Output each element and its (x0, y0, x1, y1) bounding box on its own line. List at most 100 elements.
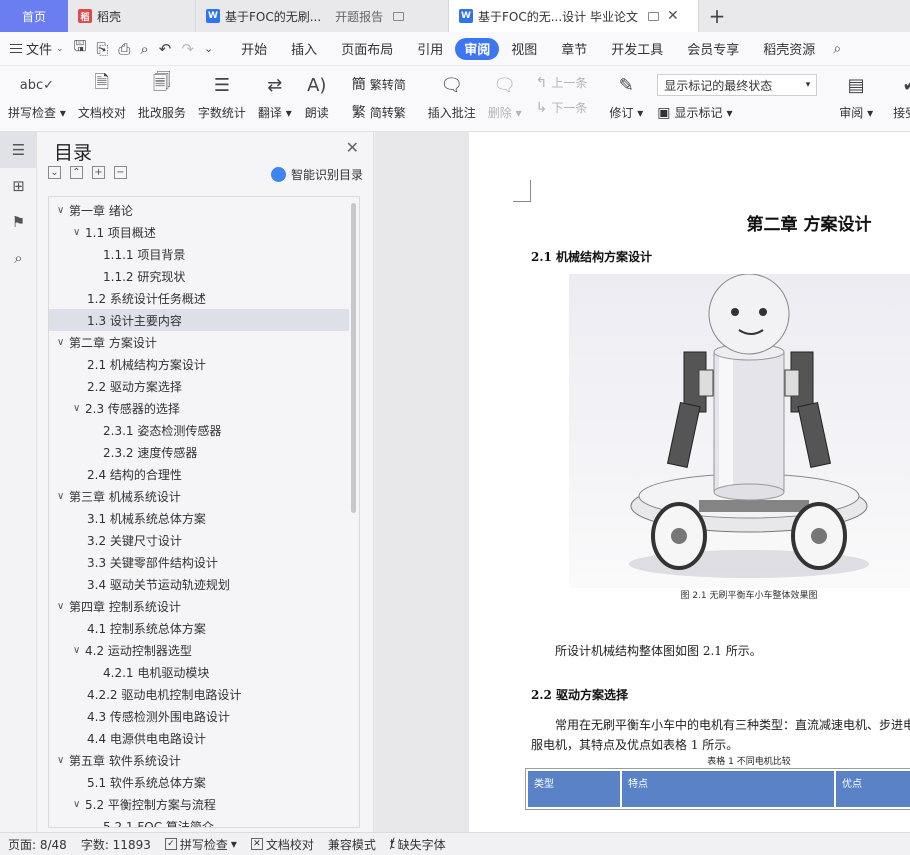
chevron-down-icon[interactable]: ∨ (57, 337, 69, 348)
menu-daoke-resources[interactable]: 稻壳资源 (751, 38, 827, 60)
menu-developer[interactable]: 开发工具 (599, 38, 675, 60)
collapse-all-icon[interactable]: ⌄ (48, 166, 61, 179)
spell-check-button[interactable]: abc✓ 拼写检查 ▾ (8, 72, 66, 121)
toc-item[interactable]: 2.2 驱动方案选择 (49, 375, 349, 397)
translate-button[interactable]: ⇄ 翻译 ▾ (258, 72, 292, 121)
menu-member[interactable]: 会员专享 (675, 38, 751, 60)
expand-all-icon[interactable]: ⌃ (70, 166, 83, 179)
menu-section[interactable]: 章节 (549, 38, 599, 60)
toc-item[interactable]: ∨ 5.2 平衡控制方案与流程 (49, 793, 349, 815)
screen-icon[interactable] (648, 11, 659, 21)
document-page[interactable]: 第二章 方案设计 2.1 机械结构方案设计 图 2.1 无刷平衡车小车整体效果图… (469, 132, 910, 832)
toc-item[interactable]: 2.3.1 姿态检测传感器 (49, 419, 349, 441)
menu-review[interactable]: 审阅 (455, 37, 500, 60)
track-changes-button[interactable]: ✎ 修订 ▾ (609, 72, 643, 121)
toc-item[interactable]: 4.2.1 电机驱动模块 (49, 661, 349, 683)
customize-toolbar-icon[interactable]: ⌄ (204, 42, 213, 55)
review-pane-button[interactable]: ▤ 审阅 ▾ (839, 72, 873, 121)
document-check-button[interactable]: 🗎 文档校对 (78, 72, 126, 121)
toc-item[interactable]: 2.1 机械结构方案设计 (49, 353, 349, 375)
toc-item[interactable]: 4.2.2 驱动电机控制电路设计 (49, 683, 349, 705)
tab-daoke[interactable]: 稻 稻壳 (68, 0, 196, 32)
remove-heading-icon[interactable]: − (114, 166, 127, 179)
export-pdf-icon[interactable]: ⎘ (96, 40, 108, 58)
screen-icon[interactable] (393, 11, 405, 21)
toc-item[interactable]: ∨ 2.3 传感器的选择 (49, 397, 349, 419)
menu-insert[interactable]: 插入 (279, 38, 329, 60)
toc-item[interactable]: 1.1.2 研究现状 (49, 265, 349, 287)
tab-home[interactable]: 首页 (0, 0, 68, 32)
word-count-button[interactable]: ☰ 字数统计 (198, 72, 246, 121)
accept-button[interactable]: ✔ 接受 ▾ (893, 72, 910, 121)
toc-item[interactable]: 2.3.2 速度传感器 (49, 441, 349, 463)
save-icon[interactable]: 🖫 (74, 36, 87, 61)
chevron-down-icon[interactable]: ∨ (73, 403, 85, 414)
toc-item[interactable]: 2.4 结构的合理性 (49, 463, 349, 485)
chevron-down-icon[interactable]: ∨ (73, 799, 85, 810)
toc-item[interactable]: 3.2 关键尺寸设计 (49, 529, 349, 551)
toc-item[interactable]: ∨ 第三章 机械系统设计 (49, 485, 349, 507)
batch-service-button[interactable]: 🗐 批改服务 (138, 72, 186, 121)
toc-item[interactable]: ∨ 第四章 控制系统设计 (49, 595, 349, 617)
toc-item[interactable]: 5.2.1 FOC 算法简介 (49, 815, 349, 828)
toc-item[interactable]: 4.1 控制系统总体方案 (49, 617, 349, 639)
next-comment-button[interactable]: ↳ 下一条 (536, 99, 588, 116)
insert-comment-button[interactable]: 🗨 插入批注 (428, 72, 476, 121)
close-tab-icon[interactable]: ✕ (667, 8, 679, 24)
chevron-down-icon[interactable]: ∨ (73, 645, 85, 656)
close-icon[interactable]: ✕ (346, 138, 359, 157)
tab-document-proposal[interactable]: W 基于FOC的无刷... 开题报告 (196, 0, 449, 32)
undo-icon[interactable]: ↶ (159, 40, 172, 58)
page-indicator[interactable]: 页面: 8/48 (8, 836, 67, 853)
toc-item[interactable]: ∨ 4.2 运动控制器选型 (49, 639, 349, 661)
print-icon[interactable]: ⎙ (118, 40, 130, 58)
smart-toc-button[interactable]: 智能识别目录 (270, 166, 363, 183)
toc-item[interactable]: ∨ 第二章 方案设计 (49, 331, 349, 353)
toc-icon[interactable]: ☰ (0, 132, 37, 168)
delete-comment-button[interactable]: 🗨 删除 ▾ (488, 72, 522, 121)
toc-item[interactable]: 1.1.1 项目背景 (49, 243, 349, 265)
traditional-to-simplified-button[interactable]: 簡繁转简 (352, 74, 406, 94)
status-document-check[interactable]: ✕ 文档校对 (250, 836, 314, 853)
add-heading-icon[interactable]: + (92, 166, 105, 179)
word-count-indicator[interactable]: 字数: 11893 (81, 836, 151, 853)
read-aloud-button[interactable]: A) 朗读 (304, 72, 330, 121)
print-preview-icon[interactable]: ⌕ (140, 40, 148, 58)
bookmark-icon[interactable]: ⚑ (0, 204, 37, 240)
redo-icon[interactable]: ↷ (181, 40, 194, 58)
status-spell-check[interactable]: ✓ 拼写检查 ▾ (164, 836, 237, 853)
file-menu[interactable]: 文件 ⌄ (10, 39, 64, 58)
toc-item[interactable]: 1.2 系统设计任务概述 (49, 287, 349, 309)
menu-view[interactable]: 视图 (499, 38, 549, 60)
toc-item[interactable]: 4.3 传感检测外围电路设计 (49, 705, 349, 727)
menu-references[interactable]: 引用 (405, 38, 455, 60)
toc-item[interactable]: 3.4 驱动关节运动轨迹规划 (49, 573, 349, 595)
missing-font-indicator[interactable]: ⱦ 缺失字体 (390, 836, 446, 853)
toc-item[interactable]: 4.4 电源供电电路设计 (49, 727, 349, 749)
toc-item[interactable]: ∨ 1.1 项目概述 (49, 221, 349, 243)
menu-page-layout[interactable]: 页面布局 (329, 38, 405, 60)
motor-comparison-table[interactable]: 类型 特点 优点 (525, 768, 910, 810)
markup-state-select[interactable]: 显示标记的最终状态 ▾ (657, 74, 818, 96)
search-icon[interactable]: ⌕ (833, 41, 841, 57)
chevron-down-icon[interactable]: ∨ (57, 755, 69, 766)
previous-comment-button[interactable]: ↰ 上一条 (536, 74, 588, 91)
toc-scrollbar[interactable] (351, 203, 356, 513)
chevron-down-icon[interactable]: ∨ (57, 601, 69, 612)
search-icon[interactable]: ⌕ (0, 240, 37, 276)
new-tab-button[interactable]: + (699, 0, 735, 32)
toc-item[interactable]: 5.1 软件系统总体方案 (49, 771, 349, 793)
tab-document-thesis[interactable]: W 基于FOC的无...设计 毕业论文 ✕ (449, 0, 699, 32)
chevron-down-icon[interactable]: ∨ (57, 491, 69, 502)
toc-item[interactable]: 1.3 设计主要内容 (49, 309, 349, 331)
chapter-nav-icon[interactable]: ⊞ (0, 168, 37, 204)
chevron-down-icon[interactable]: ∨ (73, 227, 85, 238)
toc-item[interactable]: 3.3 关键零部件结构设计 (49, 551, 349, 573)
show-markup-button[interactable]: ▣ 显示标记 ▾ (657, 104, 817, 121)
toc-item[interactable]: 3.1 机械系统总体方案 (49, 507, 349, 529)
menu-start[interactable]: 开始 (229, 38, 279, 60)
chevron-down-icon[interactable]: ∨ (57, 205, 69, 216)
simplified-to-traditional-button[interactable]: 繁简转繁 (352, 102, 406, 122)
toc-item[interactable]: ∨ 第一章 绪论 (49, 199, 349, 221)
toc-item[interactable]: ∨ 第五章 软件系统设计 (49, 749, 349, 771)
